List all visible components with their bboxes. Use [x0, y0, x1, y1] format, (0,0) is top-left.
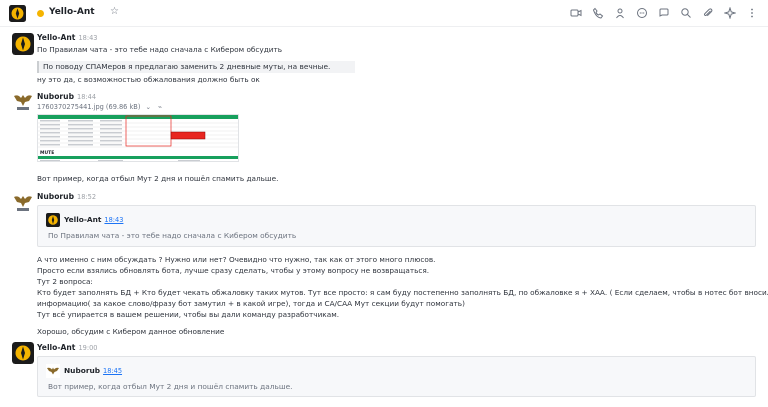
header-toolbar — [568, 5, 760, 21]
thumbnail-image: MUTE — [38, 115, 238, 161]
message-text: информацию( за какое слово/фразу бот зам… — [37, 299, 465, 308]
apps-icon[interactable] — [722, 5, 738, 21]
quoted-author[interactable]: Nuborub 18:45 — [64, 366, 122, 375]
file-name[interactable]: 1760370275441.jpg (69.86 kB) — [37, 103, 140, 111]
message-text: Хорошо, обсудим с Кибером данное обновле… — [37, 327, 225, 336]
message-author[interactable]: Yello-Ant 19:00 — [37, 343, 97, 352]
avatar[interactable] — [12, 191, 34, 213]
message-text: По Правилам чата - это тебе надо сначала… — [37, 45, 283, 54]
quoted-message: По поводу СПАМеров я предлагаю заменить … — [37, 61, 355, 73]
message-time: 18:52 — [77, 193, 97, 201]
link-icon[interactable]: ⌁ — [158, 103, 162, 111]
message-text: Просто если взялись обновлять бота, лучш… — [37, 266, 430, 275]
quoted-time-link[interactable]: 18:43 — [104, 216, 123, 224]
avatar[interactable] — [12, 342, 34, 364]
avatar[interactable] — [12, 33, 34, 55]
message-author[interactable]: Yello-Ant 18:43 — [37, 33, 97, 42]
favorite-star-icon[interactable]: ☆ — [110, 6, 119, 17]
message-text: Тут всё упирается в вашем решении, чтобы… — [37, 310, 340, 319]
search-icon[interactable] — [678, 5, 694, 21]
quoted-time-link[interactable]: 18:45 — [103, 367, 122, 375]
message-text: Вот пример, когда отбыл Мут 2 дня и пошё… — [37, 174, 279, 183]
quoted-avatar — [46, 213, 60, 227]
message-text: Тут 2 вопроса: — [37, 277, 93, 286]
status-icon — [37, 10, 44, 17]
message-author[interactable]: Nuborub 18:52 — [37, 192, 96, 201]
room-title[interactable]: Yello-Ant — [49, 7, 95, 17]
video-call-icon[interactable] — [568, 5, 584, 21]
kebab-icon[interactable] — [744, 5, 760, 21]
author-name[interactable]: Nuborub — [37, 92, 74, 101]
room-avatar[interactable] — [9, 5, 26, 22]
quoted-avatar — [46, 364, 60, 378]
quoted-message-card[interactable]: Yello-Ant 18:43 По Правилам чата - это те… — [37, 205, 756, 247]
members-icon[interactable] — [612, 5, 628, 21]
message-text: Кто будет заполнять БД + Кто будет чекат… — [37, 288, 768, 297]
quoted-text: По поводу СПАМеров я предлагаю заменить … — [43, 62, 331, 71]
author-name[interactable]: Yello-Ant — [37, 33, 75, 42]
message-text: А что именно с ним обсуждать ? Нужно или… — [37, 255, 436, 264]
quoted-text: Вот пример, когда отбыл Мут 2 дня и пошё… — [48, 382, 293, 391]
quoted-author-name[interactable]: Yello-Ant — [64, 215, 101, 224]
discussion-icon[interactable] — [634, 5, 650, 21]
author-name[interactable]: Nuborub — [37, 192, 74, 201]
avatar[interactable] — [12, 90, 34, 112]
threads-icon[interactable] — [656, 5, 672, 21]
author-name[interactable]: Yello-Ant — [37, 343, 75, 352]
thumbnail-label: MUTE — [40, 150, 54, 156]
message-time: 19:00 — [78, 344, 98, 352]
quoted-author-name[interactable]: Nuborub — [64, 366, 100, 375]
phone-icon[interactable] — [590, 5, 606, 21]
file-attachment[interactable]: 1760370275441.jpg (69.86 kB) ⌄ ⌁ — [37, 103, 162, 111]
quoted-message-card[interactable]: Nuborub 18:45 Вот пример, когда отбыл Мут… — [37, 356, 756, 397]
message-time: 18:43 — [78, 34, 98, 42]
message-author[interactable]: Nuborub 18:44 — [37, 92, 96, 101]
room-header: Yello-Ant ☆ — [0, 0, 768, 27]
message-text: ну это да, с возможностью обжалования до… — [37, 75, 260, 84]
image-thumbnail[interactable]: MUTE — [37, 114, 239, 162]
message-time: 18:44 — [77, 93, 97, 101]
quoted-text: По Правилам чата - это тебе надо сначала… — [48, 231, 297, 240]
chevron-down-icon[interactable]: ⌄ — [146, 103, 152, 111]
quoted-author[interactable]: Yello-Ant 18:43 — [64, 215, 123, 224]
attachment-icon[interactable] — [700, 5, 716, 21]
